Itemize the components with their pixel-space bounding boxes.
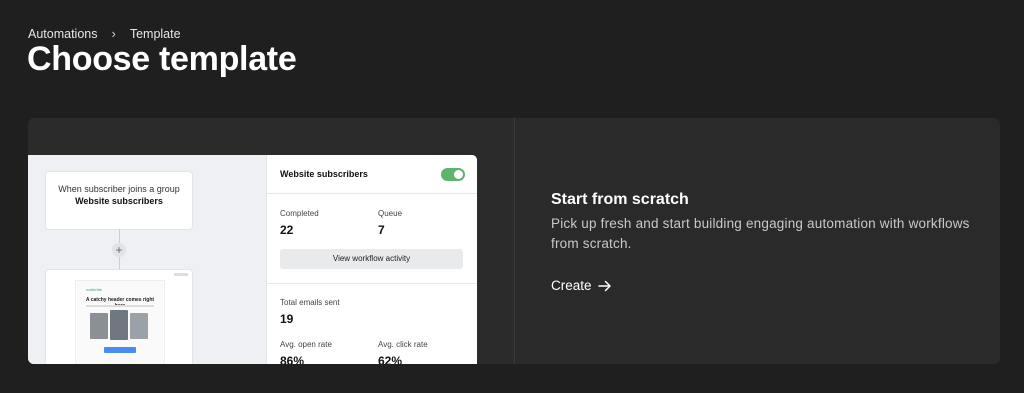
stats-divider [267,283,477,284]
workflow-preview: When subscriber joins a group Website su… [28,155,477,364]
email-subtext [86,305,154,307]
breadcrumb: Automations › Template [28,26,181,41]
breadcrumb-automations-link[interactable]: Automations [28,27,97,41]
workflow-toggle [441,167,465,181]
connector-line [119,229,120,243]
open-rate-label: Avg. open rate [280,340,332,349]
trigger-step: When subscriber joins a group Website su… [46,172,192,229]
email-photo [130,313,148,339]
trigger-group: Website subscribers [75,196,163,206]
view-activity-button: View workflow activity [280,249,463,269]
breadcrumb-current: Template [129,26,181,41]
stats-header: Website subscribers [267,155,477,194]
email-thumbnail: mailerlite A catchy header comes right h… [75,280,165,364]
email-photo [110,310,128,340]
completed-value: 22 [280,223,294,237]
create-label: Create [551,278,592,293]
click-rate-value: 62% [378,354,403,364]
page-title: Choose template [27,40,297,78]
email-logo: mailerlite [86,287,103,292]
queue-label: Queue [378,209,403,218]
click-rate-label: Avg. click rate [378,340,428,349]
completed-label: Completed [280,209,319,218]
chevron-right-icon: › [111,26,116,41]
queue-value: 7 [378,223,385,237]
arrow-right-icon [597,280,611,291]
start-from-scratch-panel: Start from scratch Pick up fresh and sta… [515,118,1000,364]
emails-sent-label: Total emails sent [280,298,340,307]
scratch-description: Pick up fresh and start building engagin… [551,216,970,251]
template-card: When subscriber joins a group Website su… [28,118,1000,364]
add-step-icon: + [112,243,126,257]
open-rate-value: 86% [280,354,305,364]
toggle-knob [454,169,463,179]
connector-line [119,257,120,270]
emails-sent-value: 19 [280,312,294,326]
trigger-text: When subscriber joins a group [58,184,180,194]
template-preview-area[interactable]: When subscriber joins a group Website su… [28,118,515,364]
stats-title: Website subscribers [280,169,368,179]
email-step: mailerlite A catchy header comes right h… [46,270,192,364]
email-photo [90,313,108,339]
email-tag [174,273,188,276]
email-cta [104,347,136,353]
scratch-title: Start from scratch [551,191,689,208]
create-button[interactable]: Create [551,278,612,293]
email-headline: A catchy header comes right here [85,297,155,309]
stats-panel: Website subscribers Completed 22 Queue 7… [266,155,477,364]
workflow-canvas: When subscriber joins a group Website su… [28,155,266,364]
